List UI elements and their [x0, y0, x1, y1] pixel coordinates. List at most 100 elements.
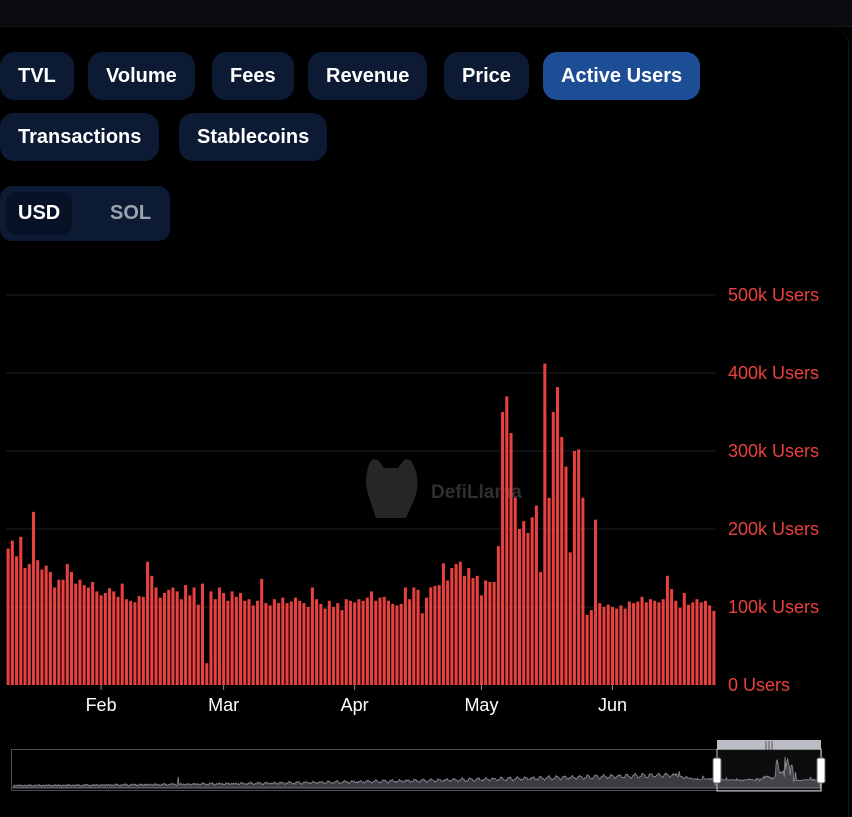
bar[interactable]: [687, 604, 691, 685]
bar[interactable]: [137, 596, 141, 685]
bar[interactable]: [602, 607, 606, 685]
bar[interactable]: [336, 603, 340, 685]
bar[interactable]: [247, 599, 251, 685]
bar[interactable]: [306, 607, 310, 685]
bar[interactable]: [484, 580, 488, 685]
bar[interactable]: [564, 466, 568, 685]
bar[interactable]: [450, 568, 454, 685]
bar[interactable]: [589, 610, 593, 685]
bar[interactable]: [86, 587, 90, 686]
bar[interactable]: [188, 595, 192, 685]
bar[interactable]: [272, 599, 276, 685]
bar[interactable]: [501, 412, 505, 685]
bar[interactable]: [665, 575, 669, 685]
bar[interactable]: [429, 587, 433, 686]
bar[interactable]: [162, 592, 166, 685]
bar[interactable]: [120, 583, 124, 685]
bar[interactable]: [543, 363, 547, 685]
bar[interactable]: [488, 582, 492, 685]
bar[interactable]: [509, 433, 513, 685]
bar[interactable]: [479, 595, 483, 685]
bar[interactable]: [213, 599, 217, 685]
bar[interactable]: [471, 578, 475, 685]
bar[interactable]: [95, 591, 99, 685]
bar[interactable]: [382, 596, 386, 685]
bar[interactable]: [522, 521, 526, 685]
bar[interactable]: [577, 449, 581, 685]
bar[interactable]: [285, 603, 289, 685]
bar[interactable]: [691, 602, 695, 685]
bar[interactable]: [505, 396, 509, 685]
bar[interactable]: [103, 592, 107, 685]
bar[interactable]: [653, 600, 657, 685]
bar[interactable]: [344, 599, 348, 685]
bar[interactable]: [260, 578, 264, 685]
bar[interactable]: [319, 603, 323, 685]
bar[interactable]: [712, 610, 716, 685]
bar[interactable]: [196, 604, 200, 685]
bar[interactable]: [179, 599, 183, 685]
bar[interactable]: [695, 599, 699, 685]
bar[interactable]: [15, 556, 19, 685]
bar[interactable]: [217, 587, 221, 686]
bar[interactable]: [534, 505, 538, 685]
bar[interactable]: [255, 600, 259, 685]
bar[interactable]: [10, 540, 14, 685]
bar[interactable]: [403, 587, 407, 686]
bar[interactable]: [192, 587, 196, 686]
bar[interactable]: [53, 587, 57, 686]
bar[interactable]: [315, 599, 319, 685]
bar[interactable]: [230, 591, 234, 685]
bar[interactable]: [458, 561, 462, 685]
bar[interactable]: [154, 587, 158, 686]
bar[interactable]: [539, 571, 543, 685]
bar[interactable]: [332, 607, 336, 685]
bar[interactable]: [57, 579, 61, 685]
bar[interactable]: [632, 603, 636, 685]
bar[interactable]: [91, 582, 95, 685]
bar[interactable]: [636, 601, 640, 685]
bar[interactable]: [141, 596, 145, 685]
bar[interactable]: [395, 605, 399, 685]
bar[interactable]: [619, 605, 623, 685]
bar[interactable]: [112, 591, 116, 685]
bar[interactable]: [463, 575, 467, 685]
bar[interactable]: [150, 575, 154, 685]
bar[interactable]: [682, 592, 686, 685]
bar[interactable]: [357, 599, 361, 685]
bar[interactable]: [27, 564, 31, 685]
bar[interactable]: [640, 596, 644, 685]
bar[interactable]: [560, 436, 564, 685]
bar[interactable]: [205, 663, 209, 685]
bar[interactable]: [424, 597, 429, 685]
bar[interactable]: [467, 568, 471, 685]
bar[interactable]: [99, 595, 103, 685]
bar[interactable]: [201, 583, 205, 685]
bar[interactable]: [124, 599, 128, 685]
bar[interactable]: [277, 603, 281, 685]
bar[interactable]: [23, 568, 27, 685]
bar[interactable]: [446, 580, 450, 685]
bar[interactable]: [454, 564, 458, 685]
bar[interactable]: [281, 597, 285, 685]
bar[interactable]: [623, 608, 627, 685]
bar[interactable]: [298, 600, 302, 685]
bar[interactable]: [44, 565, 48, 685]
bar[interactable]: [437, 585, 441, 685]
bar[interactable]: [78, 579, 82, 685]
bar[interactable]: [644, 602, 648, 685]
bar[interactable]: [340, 610, 344, 685]
bar[interactable]: [708, 605, 712, 685]
bar[interactable]: [391, 603, 395, 685]
bar[interactable]: [496, 546, 500, 685]
bar[interactable]: [661, 599, 665, 685]
bar[interactable]: [475, 575, 479, 685]
bar[interactable]: [598, 603, 602, 685]
bar[interactable]: [146, 561, 150, 685]
bar[interactable]: [61, 579, 65, 685]
bar[interactable]: [226, 600, 230, 685]
bar[interactable]: [492, 582, 496, 685]
bar[interactable]: [513, 497, 517, 685]
bar[interactable]: [657, 602, 661, 685]
bar[interactable]: [420, 613, 424, 685]
